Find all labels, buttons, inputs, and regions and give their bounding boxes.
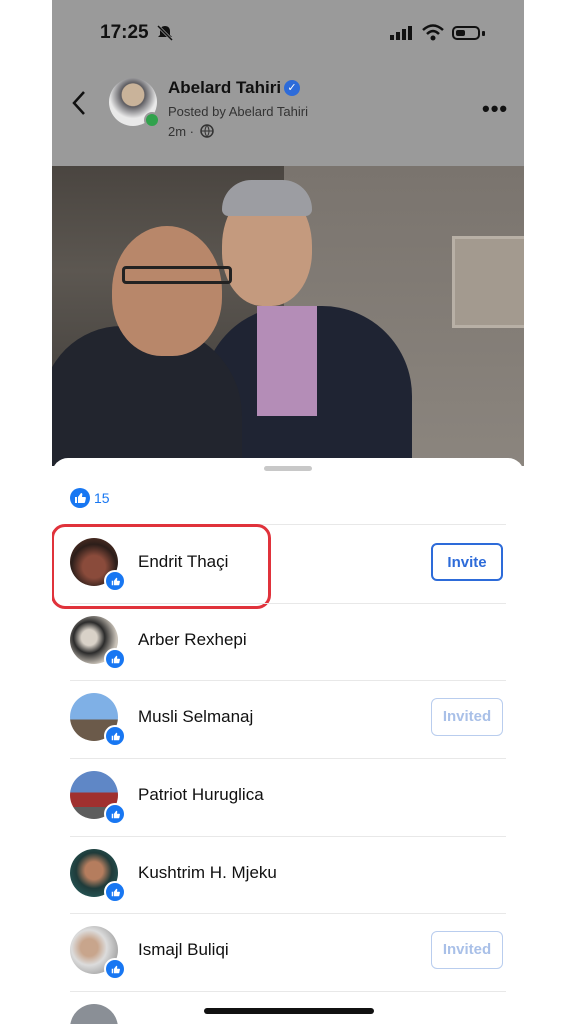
phone-screen: 17:25 Abelard Tahiri ✓ Posted by Abelard… bbox=[52, 0, 524, 1024]
person-name[interactable]: Patriot Huruglica bbox=[138, 785, 264, 805]
like-summary: 15 bbox=[70, 488, 110, 508]
like-badge-icon bbox=[104, 803, 126, 825]
battery-nub bbox=[482, 31, 485, 36]
post-age: 2m · bbox=[168, 124, 194, 139]
back-arrow-icon[interactable] bbox=[70, 90, 88, 116]
person-name[interactable]: Musli Selmanaj bbox=[138, 707, 253, 727]
person-name[interactable]: Ismajl Buliqi bbox=[138, 940, 229, 960]
status-bar: 17:25 bbox=[52, 0, 524, 66]
author-name[interactable]: Abelard Tahiri bbox=[168, 78, 281, 98]
person-name[interactable]: Kushtrim H. Mjeku bbox=[138, 863, 277, 883]
avatar[interactable] bbox=[70, 1004, 118, 1024]
invited-button[interactable]: Invited bbox=[431, 698, 503, 736]
reaction-row[interactable]: Musli Selmanaj Invited bbox=[52, 681, 524, 758]
person-name[interactable]: Arber Rexhepi bbox=[138, 630, 247, 650]
online-status-dot bbox=[144, 112, 160, 128]
wall-picture-frame bbox=[452, 236, 524, 328]
like-badge-icon bbox=[104, 881, 126, 903]
wifi-icon bbox=[422, 24, 444, 41]
invite-button[interactable]: Invite bbox=[431, 543, 503, 581]
person-name[interactable]: Endrit Thaçi bbox=[138, 552, 228, 572]
reaction-row[interactable]: Kushtrim H. Mjeku bbox=[52, 837, 524, 914]
reaction-row[interactable]: Ismajl Buliqi Invited bbox=[52, 914, 524, 991]
like-icon bbox=[70, 488, 90, 508]
reaction-row[interactable]: Arber Rexhepi bbox=[52, 604, 524, 681]
signal-icon bbox=[390, 26, 412, 40]
reaction-row[interactable]: Patriot Huruglica bbox=[52, 759, 524, 836]
posted-by-text: Posted by Abelard Tahiri bbox=[168, 104, 308, 119]
post-photo bbox=[52, 166, 524, 466]
like-badge-icon bbox=[104, 958, 126, 980]
more-options-icon[interactable]: ••• bbox=[482, 96, 508, 122]
like-badge-icon bbox=[104, 725, 126, 747]
like-count: 15 bbox=[94, 490, 110, 506]
reactions-sheet: 15 Endrit Thaçi Invite Arber Rexhepi Mus… bbox=[52, 458, 524, 1024]
reaction-row[interactable]: Endrit Thaçi Invite bbox=[52, 524, 524, 609]
battery-icon bbox=[452, 26, 480, 40]
verified-badge-icon: ✓ bbox=[284, 80, 300, 96]
like-badge-icon bbox=[104, 570, 126, 592]
like-badge-icon bbox=[104, 648, 126, 670]
status-time: 17:25 bbox=[100, 22, 149, 43]
home-indicator[interactable] bbox=[204, 1008, 374, 1014]
bell-muted-icon bbox=[156, 24, 174, 42]
invited-button[interactable]: Invited bbox=[431, 931, 503, 969]
post-header: Abelard Tahiri ✓ Posted by Abelard Tahir… bbox=[52, 66, 524, 166]
glasses bbox=[122, 266, 232, 284]
drag-handle[interactable] bbox=[264, 466, 312, 471]
globe-icon bbox=[200, 124, 214, 138]
